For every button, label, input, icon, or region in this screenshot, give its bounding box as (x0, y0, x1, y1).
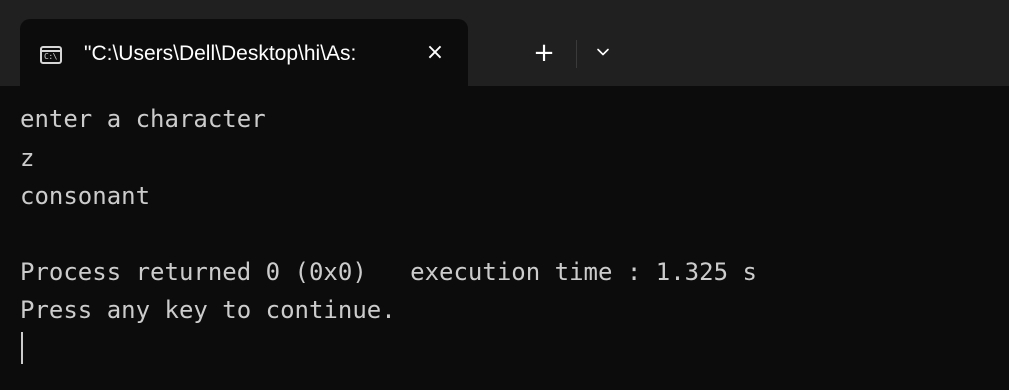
chevron-down-icon (597, 48, 609, 56)
tab-active[interactable]: C:\ "C:\Users\Dell\Desktop\hi\As: × (20, 19, 468, 86)
terminal-window: C:\ "C:\Users\Dell\Desktop\hi\As: × + en… (0, 0, 1009, 390)
title-bar: C:\ "C:\Users\Dell\Desktop\hi\As: × + (0, 0, 1009, 86)
console-output[interactable]: enter a character z consonant Process re… (0, 86, 1009, 390)
tab-title: "C:\Users\Dell\Desktop\hi\As: (84, 42, 357, 65)
new-tab-button[interactable]: + (527, 36, 561, 70)
console-line: Process returned 0 (0x0) execution time … (20, 258, 757, 286)
console-icon-glyph: C:\ (44, 52, 57, 61)
close-tab-button[interactable]: × (420, 38, 450, 68)
console-icon: C:\ (40, 46, 62, 64)
tab-divider (576, 40, 577, 68)
console-line: Press any key to continue. (20, 296, 396, 324)
tab-dropdown-button[interactable] (588, 36, 618, 70)
console-line: enter a character (20, 105, 266, 133)
console-line: consonant (20, 182, 151, 210)
text-cursor (21, 332, 23, 364)
console-line: z (20, 144, 35, 172)
